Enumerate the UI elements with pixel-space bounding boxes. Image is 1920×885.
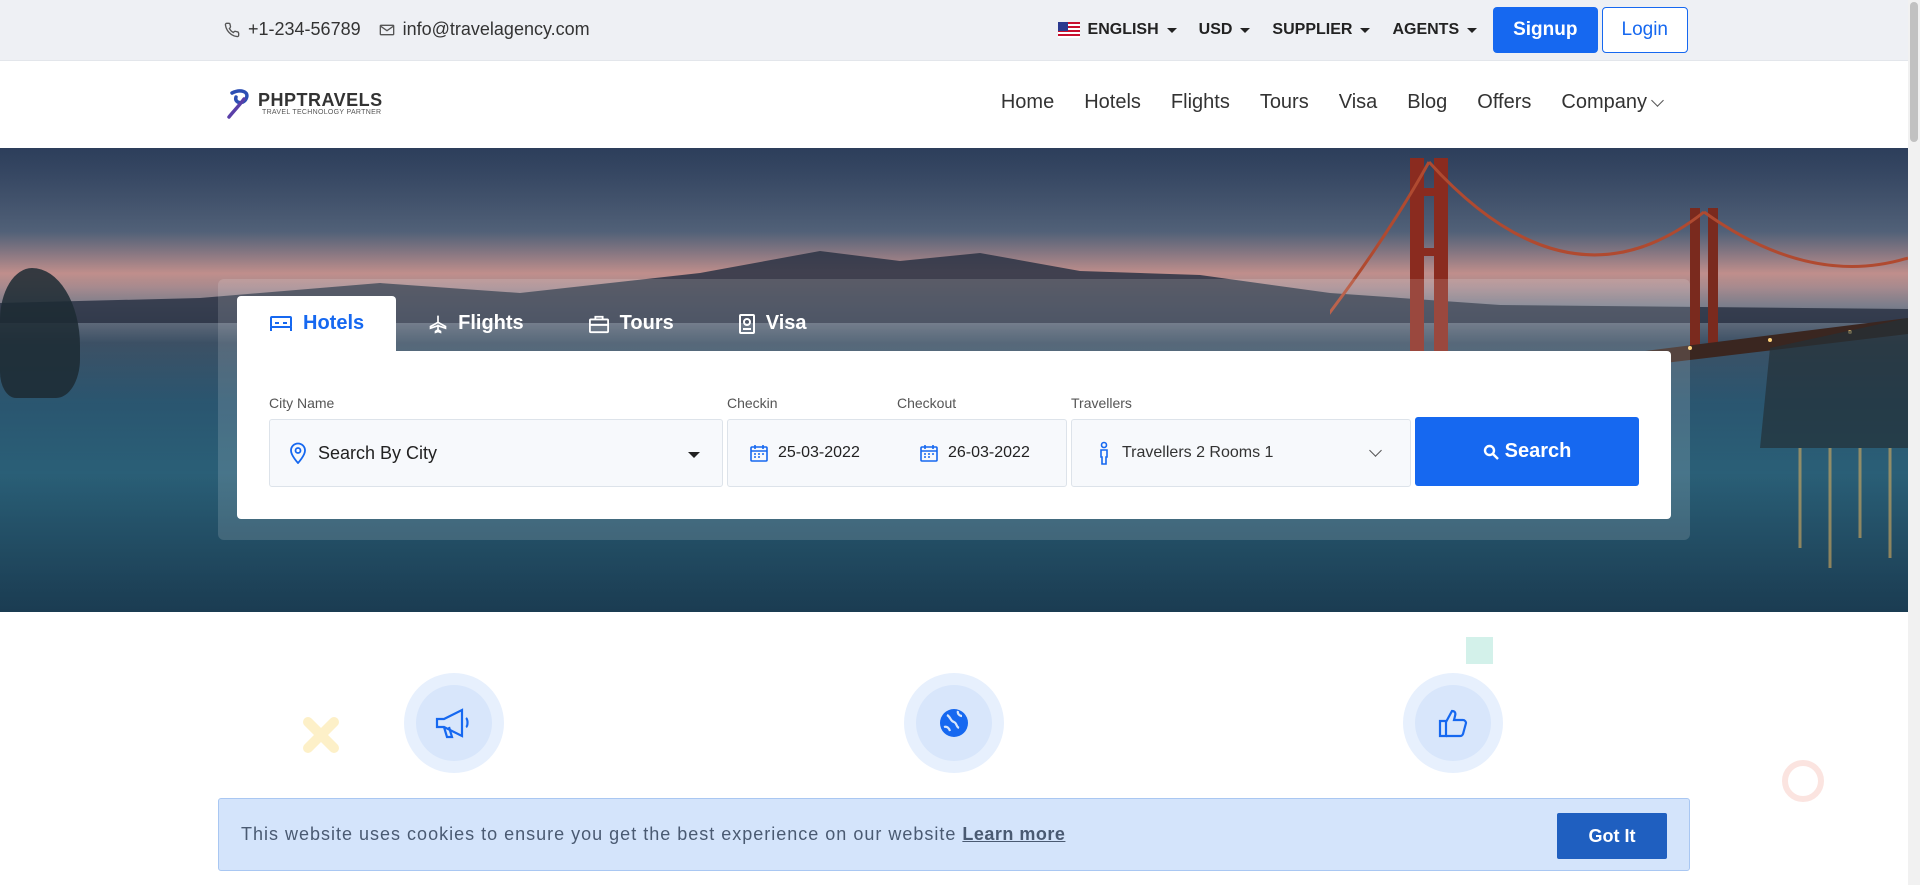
city-placeholder: Search By City bbox=[318, 442, 438, 463]
nav-hotels[interactable]: Hotels bbox=[1084, 91, 1141, 114]
language-dropdown[interactable]: ENGLISH bbox=[1057, 21, 1177, 39]
agents-dropdown[interactable]: AGENTS bbox=[1392, 21, 1478, 39]
caret-down-icon bbox=[1467, 27, 1478, 33]
tab-visa[interactable]: Visa bbox=[706, 296, 839, 351]
search-icon bbox=[1483, 444, 1499, 460]
checkout-value: 26-03-2022 bbox=[948, 444, 1030, 461]
feature-global bbox=[904, 673, 1004, 773]
contact-info: +1-234-56789 info@travelagency.com bbox=[224, 19, 608, 40]
us-flag-icon bbox=[1057, 22, 1080, 38]
main-navbar: PHPTRAVELS TRAVEL TECHNOLOGY PARTNER Hom… bbox=[0, 61, 1908, 148]
supplier-dropdown[interactable]: SUPPLIER bbox=[1272, 21, 1371, 39]
got-it-button[interactable]: Got It bbox=[1557, 813, 1667, 859]
login-button[interactable]: Login bbox=[1601, 7, 1688, 53]
logo-name: PHPTRAVELS bbox=[258, 89, 383, 110]
tab-flights[interactable]: Flights bbox=[396, 296, 556, 351]
travellers-label: Travellers bbox=[1071, 395, 1132, 411]
checkin-input[interactable]: 25-03-2022 bbox=[750, 444, 860, 462]
email-address: info@travelagency.com bbox=[402, 19, 590, 39]
supplier-label: SUPPLIER bbox=[1272, 21, 1353, 38]
topbar-actions: ENGLISH USD SUPPLIER AGENTS Signup Login bbox=[1036, 6, 1688, 54]
decorative-cross-icon bbox=[303, 717, 339, 753]
page-scrollbar[interactable] bbox=[1908, 0, 1920, 885]
email-contact[interactable]: info@travelagency.com bbox=[379, 19, 590, 40]
phone-icon bbox=[224, 22, 240, 37]
scrollbar-thumb[interactable] bbox=[1910, 2, 1918, 142]
travellers-dropdown[interactable]: Travellers 2 Rooms 1 bbox=[1071, 419, 1411, 487]
passport-icon bbox=[738, 313, 755, 334]
cookie-message: This website uses cookies to ensure you … bbox=[241, 824, 957, 844]
city-select[interactable]: Search By City bbox=[269, 419, 723, 487]
signup-button[interactable]: Signup bbox=[1493, 7, 1598, 53]
cookie-consent-banner: This website uses cookies to ensure you … bbox=[218, 798, 1690, 871]
learn-more-link[interactable]: Learn more bbox=[962, 824, 1065, 845]
top-bar: +1-234-56789 info@travelagency.com ENGLI… bbox=[0, 0, 1908, 61]
feature-quality bbox=[1403, 673, 1503, 773]
logo-mark-icon bbox=[227, 89, 249, 119]
phone-number: +1-234-56789 bbox=[248, 19, 361, 39]
bed-icon bbox=[270, 315, 292, 331]
megaphone-icon bbox=[435, 708, 469, 739]
caret-down-icon bbox=[688, 452, 700, 458]
decorative-ring bbox=[1782, 760, 1824, 802]
nav-flights[interactable]: Flights bbox=[1171, 91, 1230, 114]
currency-dropdown[interactable]: USD bbox=[1199, 21, 1251, 39]
date-range-field: 25-03-2022 26-03-2022 bbox=[727, 419, 1067, 487]
nav-visa[interactable]: Visa bbox=[1339, 91, 1378, 114]
main-nav: Home Hotels Flights Tours Visa Blog Offe… bbox=[971, 91, 1664, 114]
caret-down-icon bbox=[1360, 27, 1371, 33]
search-widget: Hotels Flights Tours Visa City Name Chec… bbox=[0, 148, 1908, 612]
decorative-square bbox=[1466, 637, 1493, 664]
person-icon bbox=[1100, 441, 1108, 465]
logo-tagline: TRAVEL TECHNOLOGY PARTNER bbox=[262, 108, 382, 116]
calendar-icon bbox=[750, 445, 768, 462]
plane-icon bbox=[429, 315, 447, 333]
nav-blog[interactable]: Blog bbox=[1407, 91, 1447, 114]
tab-label: Tours bbox=[619, 312, 674, 334]
mail-icon bbox=[379, 24, 394, 35]
search-tabs: Hotels Flights Tours Visa bbox=[237, 296, 839, 351]
travellers-value: Travellers 2 Rooms 1 bbox=[1122, 444, 1274, 461]
thumbs-up-icon bbox=[1438, 709, 1468, 738]
nav-home[interactable]: Home bbox=[1001, 91, 1054, 114]
search-button-label: Search bbox=[1504, 440, 1572, 462]
search-button[interactable]: Search bbox=[1415, 417, 1639, 486]
checkin-value: 25-03-2022 bbox=[778, 444, 860, 461]
currency-label: USD bbox=[1198, 21, 1233, 38]
agents-label: AGENTS bbox=[1392, 21, 1460, 38]
chevron-down-icon bbox=[1651, 93, 1664, 107]
briefcase-icon bbox=[588, 315, 609, 333]
calendar-icon bbox=[920, 445, 938, 462]
tab-label: Flights bbox=[458, 312, 524, 334]
nav-offers[interactable]: Offers bbox=[1477, 91, 1531, 114]
site-logo[interactable]: PHPTRAVELS TRAVEL TECHNOLOGY PARTNER bbox=[226, 87, 383, 119]
caret-down-icon bbox=[1240, 27, 1251, 33]
tab-label: Hotels bbox=[303, 312, 365, 334]
city-label: City Name bbox=[269, 395, 335, 411]
checkin-label: Checkin bbox=[727, 395, 778, 411]
tab-label: Visa bbox=[765, 312, 807, 334]
nav-company-label: Company bbox=[1561, 91, 1647, 113]
checkout-label: Checkout bbox=[897, 395, 957, 411]
feature-announcement bbox=[404, 673, 504, 773]
checkout-input[interactable]: 26-03-2022 bbox=[920, 444, 1030, 462]
tab-hotels[interactable]: Hotels bbox=[237, 296, 397, 351]
hotel-search-form: City Name Checkin Checkout Travellers Se… bbox=[237, 351, 1671, 519]
globe-icon bbox=[940, 709, 968, 737]
phone-contact[interactable]: +1-234-56789 bbox=[224, 19, 361, 40]
nav-tours[interactable]: Tours bbox=[1260, 91, 1309, 114]
location-pin-icon bbox=[290, 442, 306, 464]
tab-tours[interactable]: Tours bbox=[556, 296, 706, 351]
caret-down-icon bbox=[1166, 27, 1177, 33]
language-label: ENGLISH bbox=[1087, 21, 1159, 38]
nav-company[interactable]: Company bbox=[1561, 91, 1664, 114]
chevron-down-icon bbox=[1369, 444, 1382, 457]
